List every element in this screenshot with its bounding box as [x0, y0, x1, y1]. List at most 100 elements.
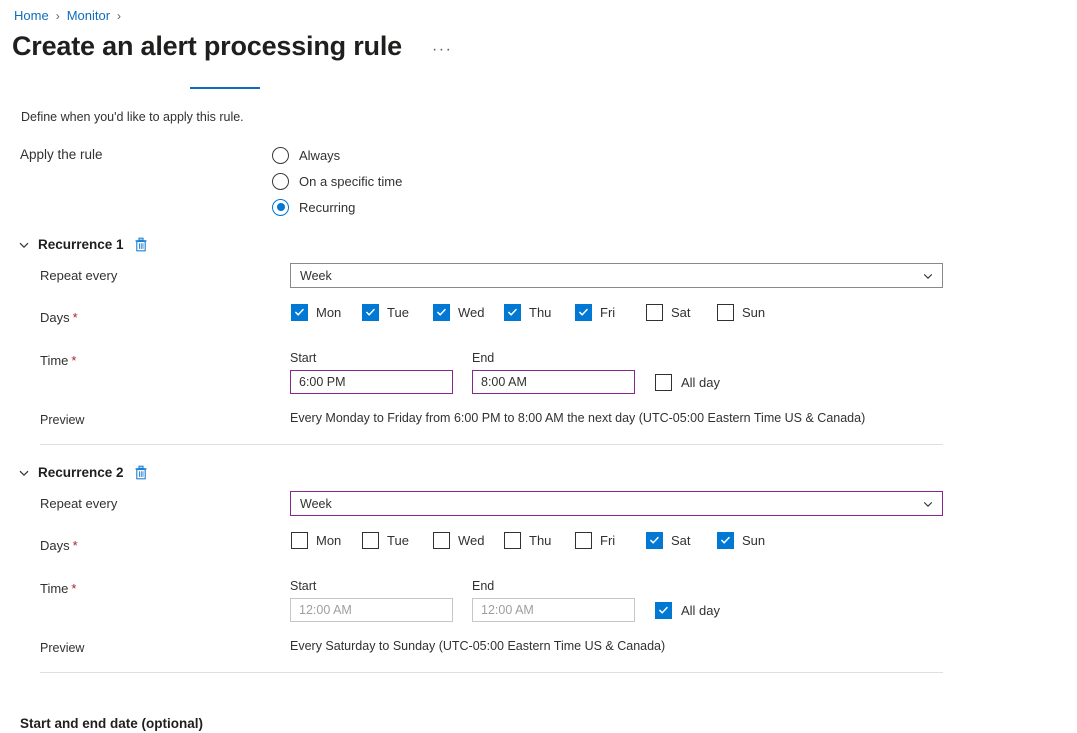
- checkbox-icon-mon-1[interactable]: [291, 304, 308, 321]
- radio-label-recurring: Recurring: [299, 200, 355, 215]
- checkbox-icon-thu-2[interactable]: [504, 532, 521, 549]
- more-options-icon[interactable]: ···: [428, 39, 456, 61]
- apply-rule-radio-group: Always On a specific time Recurring: [272, 142, 402, 220]
- checkbox-icon-fri-2[interactable]: [575, 532, 592, 549]
- all-day-label-1: All day: [681, 375, 720, 390]
- checkbox-icon-wed-2[interactable]: [433, 532, 450, 549]
- radio-icon-recurring[interactable]: [272, 199, 289, 216]
- radio-label-specific-time: On a specific time: [299, 174, 402, 189]
- recurrence-2-header[interactable]: Recurrence 2: [18, 465, 148, 480]
- day-label-sun-2: Sun: [742, 533, 765, 548]
- days-required-asterisk-1: *: [73, 310, 78, 325]
- breadcrumb: Home › Monitor ›: [14, 8, 121, 23]
- day-label-wed-1: Wed: [458, 305, 485, 320]
- checkbox-icon-tue-1[interactable]: [362, 304, 379, 321]
- time-label-text-2: Time: [40, 581, 68, 596]
- all-day-label-2: All day: [681, 603, 720, 618]
- repeat-every-value-2: Week: [300, 497, 922, 511]
- breadcrumb-separator-icon-2: ›: [117, 9, 121, 23]
- checkbox-icon-sun-1[interactable]: [717, 304, 734, 321]
- day-checkbox-wed-1[interactable]: Wed: [433, 304, 504, 321]
- time-label-2: Time*: [40, 581, 76, 596]
- radio-option-specific-time[interactable]: On a specific time: [272, 168, 402, 194]
- day-checkbox-sun-1[interactable]: Sun: [717, 304, 788, 321]
- repeat-every-dropdown-2[interactable]: Week: [290, 491, 943, 516]
- time-label-text-1: Time: [40, 353, 68, 368]
- divider-1: [40, 444, 943, 445]
- checkbox-icon-sat-2[interactable]: [646, 532, 663, 549]
- day-label-thu-2: Thu: [529, 533, 551, 548]
- day-checkbox-mon-1[interactable]: Mon: [291, 304, 362, 321]
- day-label-tue-1: Tue: [387, 305, 409, 320]
- day-checkbox-sat-1[interactable]: Sat: [646, 304, 717, 321]
- start-end-date-section-title: Start and end date (optional): [20, 716, 203, 731]
- radio-option-recurring[interactable]: Recurring: [272, 194, 402, 220]
- delete-recurrence-1-icon[interactable]: [134, 237, 148, 252]
- divider-2: [40, 672, 943, 673]
- chevron-down-icon-dropdown-1[interactable]: [922, 270, 934, 282]
- radio-option-always[interactable]: Always: [272, 142, 402, 168]
- chevron-down-icon-dropdown-2[interactable]: [922, 498, 934, 510]
- all-day-checkbox-row-1[interactable]: All day: [655, 374, 720, 391]
- title-row: Create an alert processing rule ···: [12, 32, 456, 62]
- recurrence-1-header[interactable]: Recurrence 1: [18, 237, 148, 252]
- apply-the-rule-label: Apply the rule: [20, 147, 103, 162]
- chevron-down-icon-recurrence-2[interactable]: [18, 467, 30, 479]
- breadcrumb-home[interactable]: Home: [14, 8, 49, 23]
- repeat-every-value-1: Week: [300, 269, 922, 283]
- day-label-fri-1: Fri: [600, 305, 615, 320]
- days-checkbox-row-2: Mon Tue Wed Thu Fri Sat Sun: [291, 532, 788, 549]
- start-time-input-1[interactable]: 6:00 PM: [290, 370, 453, 394]
- delete-recurrence-2-icon[interactable]: [134, 465, 148, 480]
- days-checkbox-row-1: Mon Tue Wed Thu Fri Sat Sun: [291, 304, 788, 321]
- day-checkbox-fri-2[interactable]: Fri: [575, 532, 646, 549]
- days-label-text-2: Days: [40, 538, 70, 553]
- time-required-asterisk-1: *: [71, 353, 76, 368]
- checkbox-icon-mon-2[interactable]: [291, 532, 308, 549]
- day-checkbox-mon-2[interactable]: Mon: [291, 532, 362, 549]
- chevron-down-icon-recurrence-1[interactable]: [18, 239, 30, 251]
- start-time-field-wrap-1: Start 6:00 PM: [290, 351, 453, 394]
- day-checkbox-tue-1[interactable]: Tue: [362, 304, 433, 321]
- radio-icon-always[interactable]: [272, 147, 289, 164]
- checkbox-icon-fri-1[interactable]: [575, 304, 592, 321]
- day-label-wed-2: Wed: [458, 533, 485, 548]
- time-required-asterisk-2: *: [71, 581, 76, 596]
- all-day-checkbox-row-2[interactable]: All day: [655, 602, 720, 619]
- checkbox-icon-all-day-1[interactable]: [655, 374, 672, 391]
- end-time-input-2: 12:00 AM: [472, 598, 635, 622]
- days-label-text-1: Days: [40, 310, 70, 325]
- end-time-field-wrap-1: End 8:00 AM: [472, 351, 635, 394]
- start-time-label-2: Start: [290, 579, 453, 593]
- repeat-every-dropdown-1[interactable]: Week: [290, 263, 943, 288]
- day-checkbox-fri-1[interactable]: Fri: [575, 304, 646, 321]
- breadcrumb-separator-icon: ›: [56, 9, 60, 23]
- day-checkbox-wed-2[interactable]: Wed: [433, 532, 504, 549]
- active-tab-underline: [190, 87, 260, 89]
- start-time-field-wrap-2: Start 12:00 AM: [290, 579, 453, 622]
- checkbox-icon-all-day-2[interactable]: [655, 602, 672, 619]
- day-checkbox-sun-2[interactable]: Sun: [717, 532, 788, 549]
- day-label-mon-1: Mon: [316, 305, 341, 320]
- end-time-field-wrap-2: End 12:00 AM: [472, 579, 635, 622]
- preview-label-2: Preview: [40, 641, 84, 655]
- repeat-every-label-2: Repeat every: [40, 496, 117, 511]
- days-required-asterisk-2: *: [73, 538, 78, 553]
- radio-icon-specific-time[interactable]: [272, 173, 289, 190]
- breadcrumb-monitor[interactable]: Monitor: [67, 8, 110, 23]
- checkbox-icon-sun-2[interactable]: [717, 532, 734, 549]
- checkbox-icon-wed-1[interactable]: [433, 304, 450, 321]
- day-checkbox-thu-1[interactable]: Thu: [504, 304, 575, 321]
- day-checkbox-sat-2[interactable]: Sat: [646, 532, 717, 549]
- checkbox-icon-thu-1[interactable]: [504, 304, 521, 321]
- day-checkbox-thu-2[interactable]: Thu: [504, 532, 575, 549]
- end-time-input-1[interactable]: 8:00 AM: [472, 370, 635, 394]
- intro-text: Define when you'd like to apply this rul…: [21, 110, 244, 124]
- recurrence-1-title: Recurrence 1: [38, 237, 124, 252]
- checkbox-icon-tue-2[interactable]: [362, 532, 379, 549]
- day-checkbox-tue-2[interactable]: Tue: [362, 532, 433, 549]
- day-label-tue-2: Tue: [387, 533, 409, 548]
- recurrence-2-title: Recurrence 2: [38, 465, 124, 480]
- preview-text-1: Every Monday to Friday from 6:00 PM to 8…: [290, 411, 865, 425]
- checkbox-icon-sat-1[interactable]: [646, 304, 663, 321]
